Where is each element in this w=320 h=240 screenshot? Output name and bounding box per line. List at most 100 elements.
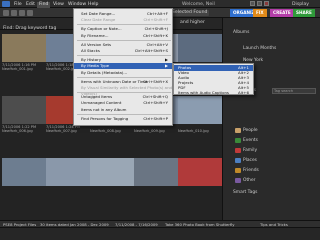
menu-item-label: Find Persons for Tagging [81, 115, 129, 121]
people-tag-icon [235, 128, 241, 133]
media-thumbnail[interactable] [90, 158, 134, 192]
find-menu: Set Date Range... Ctrl+Alt+F Clear Date Ra… [73, 8, 173, 126]
menu-item-shortcut: Ctrl+Alt+V [146, 41, 168, 47]
tag-other[interactable]: Other [243, 178, 255, 183]
find-menu-item[interactable]: Find Persons for Tagging Ctrl+Shift+P [74, 116, 172, 122]
menu-item-label: Untagged Items [81, 94, 113, 100]
app-logo-icon [2, 1, 10, 7]
bottom-toolbar [0, 227, 320, 240]
menu-item-shortcut: Ctrl+Alt+F [147, 11, 168, 16]
family-tag-icon [235, 148, 241, 153]
tab-fix[interactable]: FIX [253, 9, 267, 17]
close-icon[interactable] [264, 1, 269, 6]
back-icon[interactable] [3, 10, 9, 16]
menu-item-shortcut: Ctrl+Shift+F [143, 17, 168, 23]
menu-item-shortcut: ▶ [165, 63, 168, 69]
thumbnail-image [2, 158, 46, 186]
tag-events[interactable]: Events [243, 138, 258, 143]
menu-item-shortcut: ▶ [165, 57, 168, 63]
media-type-item[interactable]: Items with Audio Captions Alt+6 [174, 90, 253, 96]
menu-item-label: Set Date Range... [81, 11, 116, 16]
menu-separator [77, 39, 171, 41]
find-menu-item[interactable]: By Media Type ▶ [74, 63, 172, 69]
find-menu-item[interactable]: Clear Date Range Ctrl+Shift+F [74, 17, 172, 23]
find-menu-item[interactable]: Items with Unknown Date or Time Ctrl+Shif… [74, 79, 172, 85]
menu-edit[interactable]: Edit [24, 2, 37, 8]
find-menu-item[interactable]: By Filename... Ctrl+Shift+K [74, 33, 172, 39]
tag-people[interactable]: People [243, 128, 258, 133]
menu-item-shortcut: Alt+6 [237, 90, 249, 95]
find-menu-item[interactable]: All Version Sets Ctrl+Alt+V [74, 42, 172, 48]
thumbnail-filename: NewYork_010.jpg [178, 129, 209, 133]
media-thumbnail[interactable] [178, 158, 222, 192]
find-menu-item[interactable]: By Visual Similarity with Selected Photo… [74, 85, 172, 96]
menu-item-shortcut: Ctrl+Alt+Shift+S [134, 48, 168, 53]
tag-friends[interactable]: Friends [243, 168, 259, 173]
welcome-text: Welcome, Neil [182, 1, 215, 7]
media-thumbnail[interactable]: 7/11/2006 1:16 PM NewYork_001.jpg [2, 34, 46, 71]
thumbnail-filename: NewYork_007.jpg [46, 129, 77, 133]
minimize-icon[interactable] [250, 1, 255, 6]
thumbnail-image [2, 96, 46, 124]
album-item-launch[interactable]: Launch Months [243, 46, 276, 51]
find-menu-item[interactable]: By Details (Metadata)... [74, 70, 172, 76]
menu-item-shortcut: Ctrl+Shift+K [143, 32, 168, 38]
media-type-submenu: Photos Alt+1 Video Alt+2 Audio Alt+3 Projects A… [173, 63, 254, 95]
tab-share[interactable]: SHARE [293, 9, 315, 17]
media-thumbnail[interactable]: 7/11/2006 1:22 PM NewYork_006.jpg [2, 96, 46, 133]
menu-item-label: Items not in any Album [81, 106, 127, 112]
smart-tags-title[interactable]: Smart Tags [233, 190, 257, 195]
menu-window[interactable]: Window [66, 2, 88, 8]
menu-item-label: By Details (Metadata)... [81, 69, 128, 75]
menu-item-shortcut: Ctrl+Shift+Y [143, 100, 168, 106]
rating-filter-label: and higher [180, 20, 205, 25]
find-menu-item[interactable]: Unmanaged Content Ctrl+Shift+Y [74, 100, 172, 106]
status-bar: PSE8 Project Files 30 items dated Jan 20… [0, 220, 320, 227]
menu-item-label: Items with Audio Captions [178, 90, 229, 95]
tag-family[interactable]: Family [243, 148, 257, 153]
menu-item-label: All Version Sets [81, 41, 112, 47]
menu-bar: File Edit Find View Window Help Welcome,… [0, 0, 320, 8]
media-thumbnail[interactable]: NewYork_010.jpg [178, 96, 222, 133]
media-thumbnail[interactable] [2, 158, 46, 192]
forward-icon[interactable] [11, 10, 17, 16]
media-thumbnail[interactable] [46, 158, 90, 192]
find-menu-item[interactable]: By Caption or Note... Ctrl+Shift+J [74, 26, 172, 32]
menu-find[interactable]: Find [37, 1, 51, 8]
find-menu-item[interactable]: Set Date Range... Ctrl+Alt+F [74, 11, 172, 17]
albums-title: Albums [233, 30, 250, 35]
find-menu-item[interactable]: All Stacks Ctrl+Alt+Shift+S [74, 48, 172, 54]
menu-separator [77, 92, 171, 94]
menu-item-label: By Filename... [81, 32, 109, 38]
places-tag-icon [235, 158, 241, 163]
menu-separator [77, 76, 171, 78]
tag-search-input[interactable]: Tag search [272, 88, 316, 94]
selected-found-label[interactable]: Selected Found [170, 10, 210, 16]
menu-file[interactable]: File [12, 2, 24, 8]
menu-item-label: Clear Date Range [81, 17, 116, 23]
get-photos-icon[interactable] [19, 10, 25, 16]
menu-item-label: By Caption or Note... [81, 26, 122, 32]
media-thumbnail[interactable] [134, 158, 178, 192]
menu-help[interactable]: Help [86, 2, 100, 8]
menu-separator [77, 24, 171, 26]
thumbnail-filename: NewYork_001.jpg [2, 67, 33, 71]
menu-item-shortcut: Ctrl+Shift+Q [142, 94, 168, 100]
maximize-icon[interactable] [257, 1, 262, 6]
camera-icon[interactable] [27, 10, 33, 16]
tab-create[interactable]: CREATE [270, 9, 294, 17]
thumbnail-image [178, 96, 222, 124]
tag-places[interactable]: Places [243, 158, 257, 163]
display-menu[interactable]: Display [292, 2, 309, 7]
find-menu-item[interactable]: By History ▶ [74, 57, 172, 63]
thumbnail-image [178, 34, 222, 62]
menu-item-shortcut: Ctrl+Shift+P [143, 115, 168, 121]
find-menu-item[interactable]: Items not in any Album [74, 107, 172, 113]
menu-separator [77, 55, 171, 57]
menu-item-label: By Media Type [81, 63, 110, 69]
organize-panel: Albums Launch Months New York Keyword Ta… [222, 18, 320, 220]
thumbnail-image [134, 158, 178, 186]
menu-view[interactable]: View [51, 2, 66, 8]
friends-tag-icon [235, 168, 241, 173]
find-menu-item[interactable]: Untagged Items Ctrl+Shift+Q [74, 94, 172, 100]
